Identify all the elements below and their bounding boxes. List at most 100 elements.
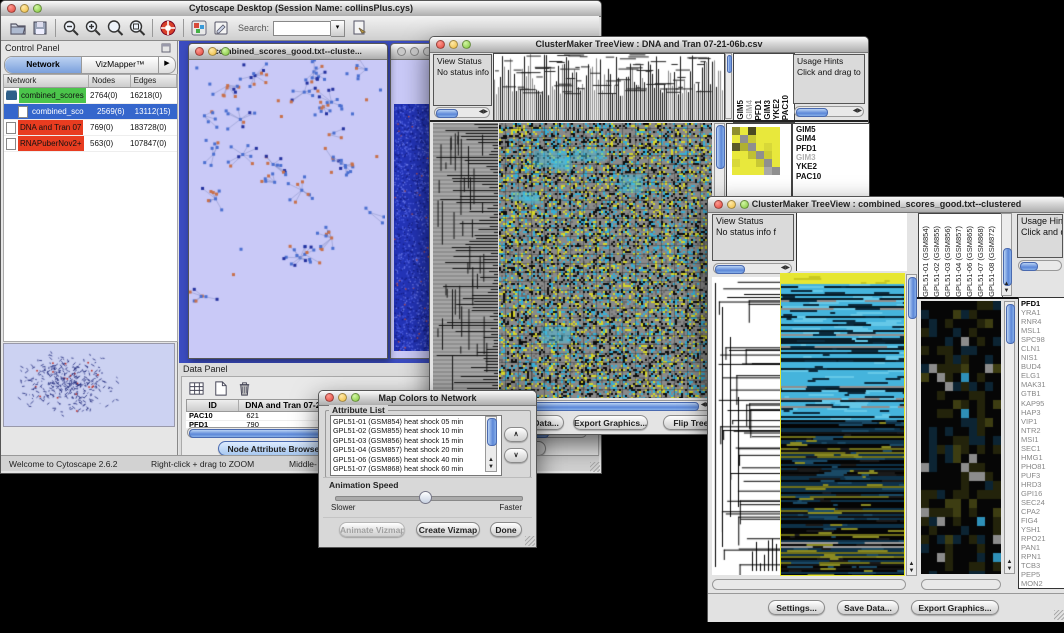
tv1-row-label[interactable]: YKE2 bbox=[796, 162, 869, 171]
tv2-column-label[interactable]: GPL51-02 (GSM855) bbox=[932, 226, 943, 297]
tv2-gene-label[interactable]: BUD4 bbox=[1021, 362, 1064, 371]
zoom-selected-icon[interactable] bbox=[106, 19, 124, 37]
minimize-icon[interactable] bbox=[449, 40, 458, 49]
tv2-column-label[interactable]: GPL51-04 (GSM857) bbox=[954, 226, 965, 297]
tv2-gene-label[interactable]: TCB3 bbox=[1021, 561, 1064, 570]
tv2-heatmap-vscrollbar[interactable]: ▲▼ bbox=[906, 274, 917, 576]
tv2-column-label[interactable]: GPL51-06 (GSM865) bbox=[965, 226, 976, 297]
attribute-item[interactable]: GPL51-04 (GSM857) heat shock 20 min bbox=[333, 445, 501, 454]
network-view[interactable] bbox=[189, 60, 385, 357]
tv1-row-label[interactable]: GIM3 bbox=[796, 153, 869, 162]
tv1-row-label[interactable]: GIM4 bbox=[796, 134, 869, 143]
minimize-icon[interactable] bbox=[208, 47, 217, 56]
tv1-column-label[interactable]: GIM4 bbox=[745, 100, 754, 120]
zoom-window-icon[interactable] bbox=[351, 393, 360, 402]
resize-grip[interactable] bbox=[590, 462, 600, 472]
tv2-gene-label[interactable]: YSH1 bbox=[1021, 525, 1064, 534]
move-down-button[interactable]: ∨ bbox=[504, 448, 528, 463]
tv2-gene-label[interactable]: RPN1 bbox=[1021, 552, 1064, 561]
tv2-column-label[interactable]: GPL51-01 (GSM854) bbox=[921, 226, 932, 297]
scroll-arrows-icon[interactable]: ▲▼ bbox=[1005, 559, 1014, 573]
tv1-column-label[interactable]: YKE2 bbox=[772, 99, 781, 120]
trash-icon[interactable] bbox=[236, 380, 253, 397]
tv2-gene-label[interactable]: MAK31 bbox=[1021, 380, 1064, 389]
tv2-gene-label[interactable]: SEC1 bbox=[1021, 444, 1064, 453]
network-view-dense[interactable] bbox=[394, 104, 430, 351]
tv1-status-hscrollbar[interactable]: ◀▶ bbox=[434, 107, 490, 118]
tv2-gene-label[interactable]: CLN1 bbox=[1021, 344, 1064, 353]
column-header-network[interactable]: Network bbox=[4, 75, 89, 87]
scroll-arrows-icon[interactable]: ▲▼ bbox=[1002, 281, 1011, 295]
zoom-window-icon[interactable] bbox=[221, 47, 230, 56]
tv2-gene-label[interactable]: KAP95 bbox=[1021, 399, 1064, 408]
tv2-row-dendrogram[interactable] bbox=[712, 277, 780, 575]
close-icon[interactable] bbox=[714, 200, 723, 209]
tv2-status-hscrollbar[interactable]: ◀▶ bbox=[713, 263, 792, 274]
attribute-list[interactable]: GPL51-01 (GSM854) heat shock 05 minGPL51… bbox=[330, 415, 502, 476]
zoom-fit-icon[interactable] bbox=[128, 19, 146, 37]
network-row[interactable]: RNAPuberNov2+563(0)107847(0) bbox=[4, 136, 177, 152]
table-icon[interactable] bbox=[188, 380, 205, 397]
network-row[interactable]: combined_sco2569(6)13112(15) bbox=[4, 104, 177, 120]
tv2-save-data-button[interactable]: Save Data... bbox=[837, 600, 899, 615]
tv2-gene-label[interactable]: SEC24 bbox=[1021, 498, 1064, 507]
annotation-icon[interactable] bbox=[212, 19, 230, 37]
tv1-column-label[interactable]: GIM3 bbox=[763, 100, 772, 120]
network-row[interactable]: combined_scores2764(0)16218(0) bbox=[4, 88, 177, 104]
main-titlebar[interactable]: Cytoscape Desktop (Session Name: collins… bbox=[1, 1, 601, 17]
tab-node-attribute-browser[interactable]: Node Attribute Browser bbox=[218, 441, 332, 456]
tv2-gene-label[interactable]: YRA1 bbox=[1021, 308, 1064, 317]
tv2-settings-button[interactable]: Settings... bbox=[768, 600, 825, 615]
attribute-item[interactable]: GPL51-02 (GSM855) heat shock 10 min bbox=[333, 426, 501, 435]
float-panel-icon[interactable] bbox=[161, 43, 171, 53]
treeview1-titlebar[interactable]: ClusterMaker TreeView : DNA and Tran 07-… bbox=[430, 37, 868, 53]
tv2-gene-label[interactable]: PUF3 bbox=[1021, 471, 1064, 480]
animate-vizmap-button[interactable]: Animate Vizmap bbox=[339, 522, 405, 537]
tv2-mini-vscrollbar[interactable]: ▲▼ bbox=[1004, 301, 1015, 574]
tv2-gene-label[interactable]: MON2 bbox=[1021, 579, 1064, 588]
attribute-item[interactable]: GPL51-07 (GSM868) heat shock 60 min bbox=[333, 464, 501, 473]
data-column-header[interactable]: ID bbox=[187, 400, 239, 411]
attribute-item[interactable]: GPL51-06 (GSM865) heat shock 40 min bbox=[333, 455, 501, 464]
tv2-gene-label[interactable]: VIP1 bbox=[1021, 417, 1064, 426]
tv1-column-dendrogram[interactable] bbox=[493, 53, 725, 121]
tv2-gene-label[interactable]: ELG1 bbox=[1021, 371, 1064, 380]
done-button[interactable]: Done bbox=[490, 522, 522, 537]
tv2-label-vscrollbar[interactable]: ▲▼ bbox=[1001, 213, 1012, 296]
attribute-mapper-icon[interactable] bbox=[351, 19, 369, 37]
tv2-export-graphics-button[interactable]: Export Graphics... bbox=[911, 600, 999, 615]
tv1-row-label[interactable]: PFD1 bbox=[796, 144, 869, 153]
tv2-gene-label[interactable]: PEP5 bbox=[1021, 570, 1064, 579]
tv1-usage-hscrollbar[interactable]: ◀▶ bbox=[794, 106, 864, 117]
zoom-out-icon[interactable] bbox=[62, 19, 80, 37]
minimize-icon[interactable] bbox=[727, 200, 736, 209]
column-header-nodes[interactable]: Nodes bbox=[89, 75, 131, 87]
tv2-gene-label[interactable]: CPA2 bbox=[1021, 507, 1064, 516]
tv2-mini-hscrollbar[interactable] bbox=[921, 579, 1001, 590]
resize-grip[interactable] bbox=[1054, 610, 1064, 620]
tv1-export-graphics-button[interactable]: Export Graphics... bbox=[573, 415, 648, 430]
help-lifering-icon[interactable] bbox=[159, 19, 177, 37]
tv2-gene-label[interactable]: MSL1 bbox=[1021, 326, 1064, 335]
tv2-column-label[interactable]: GPL51-03 (GSM856) bbox=[943, 226, 954, 297]
tv1-row-label[interactable]: GIM5 bbox=[796, 125, 869, 134]
close-icon[interactable] bbox=[397, 47, 406, 56]
tv2-gene-label[interactable]: PHO81 bbox=[1021, 462, 1064, 471]
minimize-icon[interactable] bbox=[410, 47, 419, 56]
attribute-item[interactable]: GPL51-03 (GSM856) heat shock 15 min bbox=[333, 436, 501, 445]
tv2-heatmap[interactable] bbox=[781, 274, 904, 575]
zoom-window-icon[interactable] bbox=[33, 4, 42, 13]
open-folder-icon[interactable] bbox=[9, 19, 27, 37]
tv2-gene-label[interactable]: MSI1 bbox=[1021, 435, 1064, 444]
tv2-gene-label[interactable]: FIG4 bbox=[1021, 516, 1064, 525]
treeview2-titlebar[interactable]: ClusterMaker TreeView : combined_scores_… bbox=[708, 197, 1064, 213]
tab-network[interactable]: Network bbox=[5, 57, 82, 73]
tv1-row-dendrogram[interactable] bbox=[433, 123, 498, 398]
attribute-item[interactable]: GPL51-01 (GSM854) heat shock 05 min bbox=[333, 417, 501, 426]
save-icon[interactable] bbox=[31, 19, 49, 37]
tv2-gene-label[interactable]: GTB1 bbox=[1021, 389, 1064, 398]
zoom-in-icon[interactable] bbox=[84, 19, 102, 37]
node-appearance-icon[interactable] bbox=[190, 19, 208, 37]
zoom-window-icon[interactable] bbox=[740, 200, 749, 209]
network-overview[interactable] bbox=[3, 343, 175, 427]
